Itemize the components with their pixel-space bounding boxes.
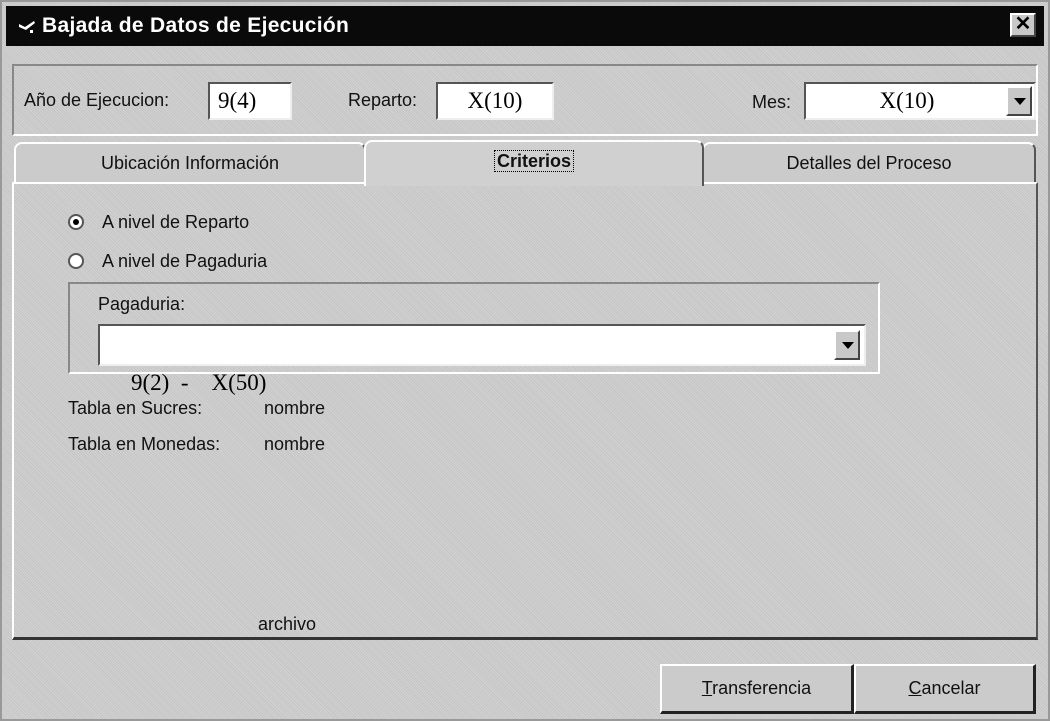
tab-criterios[interactable]: Criterios [364, 140, 704, 186]
button-label: ancelar [921, 678, 981, 698]
accel-key: T [701, 678, 713, 698]
pagaduria-label: Pagaduria: [98, 294, 186, 314]
radio-pagaduria[interactable] [68, 253, 84, 269]
cancelar-button[interactable]: Cancelar [854, 664, 1036, 714]
app-icon [19, 21, 35, 33]
tabla-monedas-value: nombre [264, 434, 326, 454]
tab-detalles-del-proceso[interactable]: Detalles del Proceso [702, 142, 1036, 184]
radio-reparto-label[interactable]: A nivel de Reparto [102, 212, 249, 233]
dialog-window: Bajada de Datos de Ejecución ✕ Año de Ej… [0, 0, 1050, 721]
close-button[interactable]: ✕ [1010, 13, 1036, 37]
button-label: ransferencia [712, 678, 812, 698]
mes-select[interactable]: X(10) [804, 82, 1036, 120]
tabla-monedas-label: Tabla en Monedas: [68, 434, 221, 454]
pagaduria-selected-value: 9(2) - X(50) [131, 370, 267, 395]
mes-label: Mes: [752, 92, 792, 112]
window-title: Bajada de Datos de Ejecución [42, 14, 350, 37]
transferencia-button[interactable]: Transferencia [660, 664, 854, 714]
mes-dropdown-button[interactable] [1006, 86, 1032, 116]
title-bar[interactable]: Bajada de Datos de Ejecución ✕ [6, 6, 1044, 46]
archivo-label: archivo [258, 614, 317, 634]
reparto-label: Reparto: [348, 90, 418, 110]
accel-key: C [908, 678, 922, 698]
mes-selected-value: X(10) [879, 88, 935, 113]
tab-label: Criterios [493, 150, 575, 172]
anio-label: Año de Ejecucion: [24, 90, 170, 110]
tabla-sucres-label: Tabla en Sucres: [68, 398, 203, 418]
reparto-input[interactable]: X(10) [436, 82, 554, 120]
anio-input[interactable]: 9(4) [208, 82, 292, 120]
close-icon: ✕ [1014, 13, 1032, 35]
tab-ubicacion-informacion[interactable]: Ubicación Información [14, 142, 366, 184]
tab-label: Ubicación Información [100, 153, 280, 173]
pagaduria-select[interactable]: 9(2) - X(50) [98, 324, 866, 395]
radio-reparto[interactable] [68, 214, 84, 230]
tab-label: Detalles del Proceso [786, 153, 952, 173]
tabla-sucres-value: nombre [264, 398, 326, 418]
pagaduria-dropdown-button[interactable] [834, 330, 860, 360]
radio-pagaduria-label[interactable]: A nivel de Pagaduria [102, 251, 267, 272]
